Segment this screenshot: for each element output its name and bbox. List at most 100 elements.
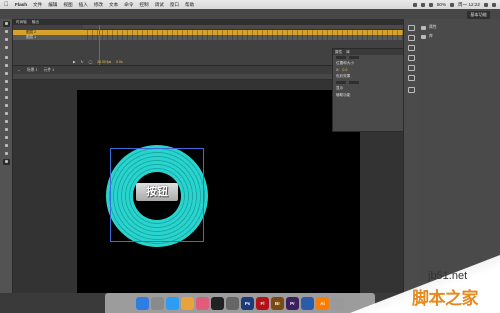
hand-tool-icon[interactable] xyxy=(3,135,10,141)
pen-tool-icon[interactable] xyxy=(3,55,10,61)
battery-icon[interactable] xyxy=(450,2,455,7)
value-field[interactable] xyxy=(349,81,359,84)
section-label[interactable]: 显示 xyxy=(336,86,343,91)
properties-icon xyxy=(421,25,426,30)
tab-library[interactable]: 库 xyxy=(346,50,350,55)
brush-tool-icon[interactable] xyxy=(3,95,10,101)
edit-bar: ← 场景 1 元件 1 xyxy=(13,66,353,74)
menu-edit[interactable]: 编辑 xyxy=(48,2,57,8)
fill-color-icon[interactable] xyxy=(3,159,10,165)
elapsed-time: 0.0s xyxy=(116,60,123,64)
section-label[interactable]: 位置和大小 xyxy=(336,61,354,66)
dock-launchpad-icon[interactable] xyxy=(151,296,164,310)
section-label[interactable]: 辅助功能 xyxy=(336,93,350,98)
workspace-switcher[interactable]: 基本功能 xyxy=(467,11,490,19)
dock-br-icon[interactable]: Br xyxy=(271,296,284,310)
dock-chrome-icon[interactable] xyxy=(181,296,194,310)
breadcrumb-symbol[interactable]: 元件 1 xyxy=(44,68,55,73)
menu-app-name[interactable]: Flash xyxy=(15,2,27,7)
x-value[interactable]: 0.0 xyxy=(342,68,347,72)
height-field[interactable] xyxy=(349,56,359,59)
button-text[interactable]: 按钮 xyxy=(136,183,178,201)
dock-qq-icon[interactable] xyxy=(211,296,224,310)
layer-name[interactable]: 图层 1 xyxy=(26,35,36,40)
menu-control[interactable]: 控制 xyxy=(139,2,148,8)
menu-view[interactable]: 视图 xyxy=(63,2,72,8)
layer-frames[interactable] xyxy=(83,35,403,40)
collapsed-panels: 属性 库 xyxy=(418,19,500,293)
list-icon[interactable] xyxy=(492,2,496,7)
library-icon xyxy=(421,34,426,39)
menu-commands[interactable]: 命令 xyxy=(124,2,133,8)
dock-pr-icon[interactable]: Pr xyxy=(286,296,299,310)
floating-properties-panel: 属性 库 位置和大小 X: 0.0 色彩效果 显示 辅助功能 xyxy=(332,48,408,132)
x-label: X: xyxy=(336,68,340,72)
menu-modify[interactable]: 修改 xyxy=(94,2,103,8)
frame-rate[interactable]: 24.00 fps xyxy=(97,60,111,64)
eyedropper-tool-icon[interactable] xyxy=(3,119,10,125)
text-tool-icon[interactable] xyxy=(3,63,10,69)
back-arrow-icon[interactable]: ← xyxy=(17,68,21,72)
tab-timeline[interactable]: 时间轴 xyxy=(16,20,27,25)
align-panel-icon[interactable] xyxy=(408,45,415,51)
battery-level[interactable]: 50% xyxy=(437,2,446,7)
clock[interactable]: 周一 12:22 xyxy=(458,2,480,8)
width-field[interactable] xyxy=(336,56,346,59)
play-icon[interactable]: ▶ xyxy=(73,60,76,64)
line-tool-icon[interactable] xyxy=(3,71,10,77)
onion-skin-icon[interactable]: ◯ xyxy=(88,60,92,64)
menu-window[interactable]: 窗口 xyxy=(170,2,179,8)
dock-safari-icon[interactable] xyxy=(166,296,179,310)
dock-trash-icon[interactable] xyxy=(331,296,344,310)
rectangle-tool-icon[interactable] xyxy=(3,79,10,85)
tools-panel xyxy=(0,19,13,293)
search-icon[interactable] xyxy=(484,2,488,7)
panel-entry-library[interactable]: 库 xyxy=(421,34,433,39)
panel-row: 色彩效果 xyxy=(333,73,407,80)
paint-bucket-tool-icon[interactable] xyxy=(3,111,10,117)
tab-output[interactable]: 输出 xyxy=(32,20,39,25)
volume-icon[interactable] xyxy=(428,2,433,7)
menu-debug[interactable]: 调试 xyxy=(155,2,164,8)
breadcrumb-scene[interactable]: 场景 1 xyxy=(27,68,38,73)
pencil-tool-icon[interactable] xyxy=(3,87,10,93)
dock-preview-icon[interactable] xyxy=(226,296,239,310)
stroke-color-icon[interactable] xyxy=(3,151,10,157)
transform-panel-icon[interactable] xyxy=(408,55,415,61)
menu-help[interactable]: 帮助 xyxy=(185,2,194,8)
tab-properties[interactable]: 属性 xyxy=(335,50,342,55)
dock-photos-icon[interactable] xyxy=(196,296,209,310)
swatches-panel-icon[interactable] xyxy=(408,35,415,41)
dock-ai-icon[interactable]: Ai xyxy=(316,296,329,310)
lasso-tool-icon[interactable] xyxy=(3,45,10,51)
dock-fl-icon[interactable]: Fl xyxy=(256,296,269,310)
wifi-icon[interactable] xyxy=(420,2,425,7)
bone-tool-icon[interactable] xyxy=(3,103,10,109)
dock-word-icon[interactable] xyxy=(301,296,314,310)
panel-row: 显示 xyxy=(333,85,407,92)
panel-entry-properties[interactable]: 属性 xyxy=(421,25,437,30)
watermark-url: jb51.net xyxy=(428,270,468,282)
menu-file[interactable]: 文件 xyxy=(33,2,42,8)
free-transform-tool-icon[interactable] xyxy=(3,37,10,43)
notification-icon[interactable] xyxy=(412,2,417,7)
apple-icon[interactable]:  xyxy=(4,2,10,8)
menu-text[interactable]: 文本 xyxy=(109,2,118,8)
dock-ps-icon[interactable]: Ps xyxy=(241,296,254,310)
brush-library-icon[interactable] xyxy=(408,87,415,93)
color-panel-icon[interactable] xyxy=(408,25,415,31)
dock-finder-icon[interactable] xyxy=(136,296,149,310)
value-field[interactable] xyxy=(336,81,346,84)
selection-tool-icon[interactable] xyxy=(3,21,10,27)
zoom-tool-icon[interactable] xyxy=(3,143,10,149)
menu-insert[interactable]: 插入 xyxy=(79,2,88,8)
panel-entry-label: 属性 xyxy=(429,25,437,29)
info-panel-icon[interactable] xyxy=(408,65,415,71)
subselection-tool-icon[interactable] xyxy=(3,29,10,35)
app-titlebar xyxy=(0,9,500,19)
eraser-tool-icon[interactable] xyxy=(3,127,10,133)
components-panel-icon[interactable] xyxy=(408,75,415,81)
section-label[interactable]: 色彩效果 xyxy=(336,74,350,79)
panel-entry-label: 库 xyxy=(429,34,433,38)
loop-icon[interactable]: ↻ xyxy=(81,60,84,64)
